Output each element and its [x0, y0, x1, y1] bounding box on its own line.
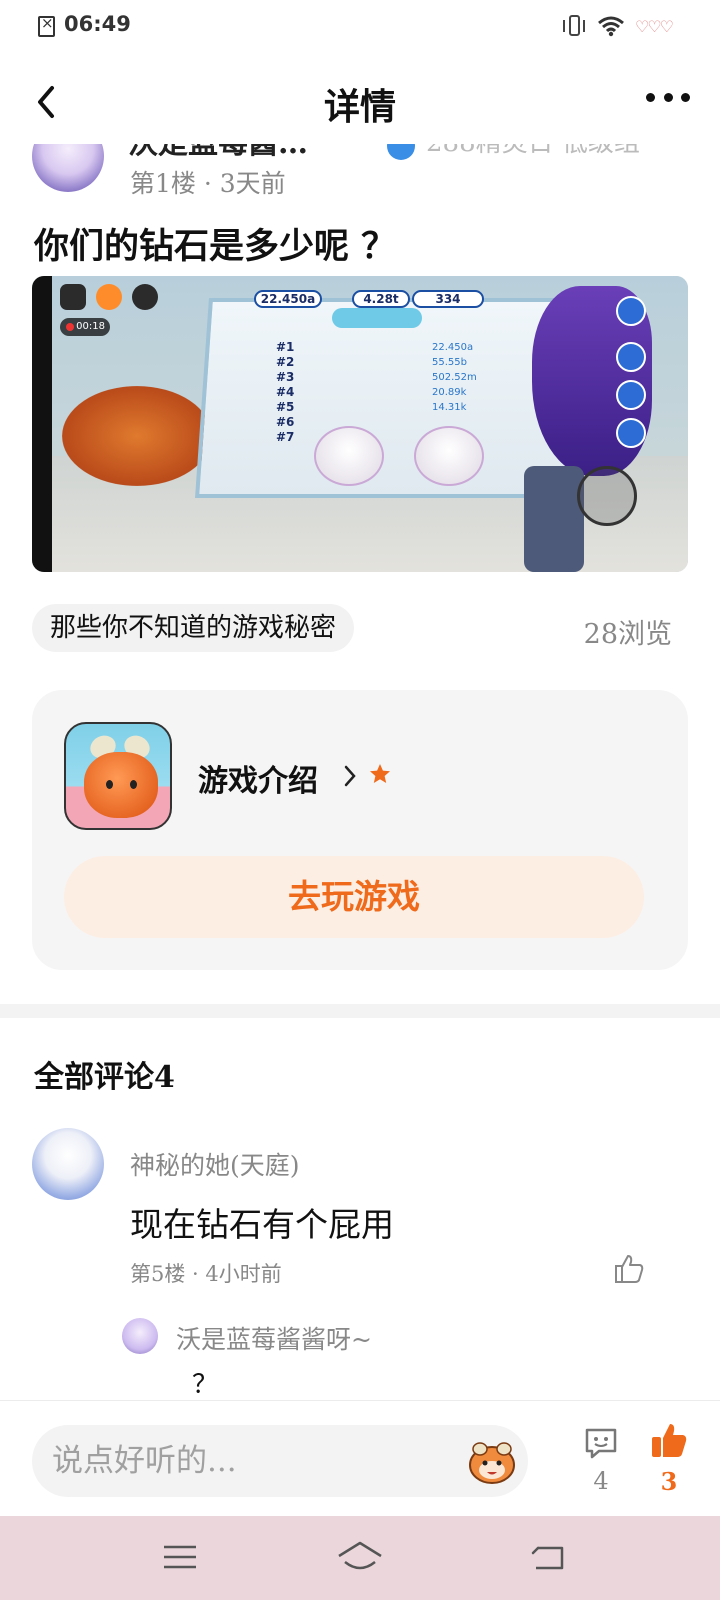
commenter-avatar[interactable]	[32, 1128, 104, 1200]
menu-icon[interactable]	[163, 1544, 197, 1570]
image-side-button	[616, 418, 646, 448]
game-card: 游戏介绍 去玩游戏	[32, 690, 688, 970]
image-creature	[314, 426, 384, 486]
view-count: 28浏览	[583, 619, 672, 650]
status-bar: 06:49 ♡♡♡	[0, 0, 720, 52]
game-intro-link[interactable]: 游戏介绍	[198, 756, 318, 800]
section-divider	[0, 1004, 720, 1018]
thumbs-up-filled-icon[interactable]	[650, 1421, 688, 1461]
image-tree	[62, 386, 212, 486]
post-image[interactable]: #1 #2 #3 #4 #5 #6 #7 22.450a 55.55b 502.…	[32, 276, 688, 572]
image-hud-diamonds: 22.450a	[254, 290, 322, 308]
image-leaderboard-title	[332, 308, 422, 328]
no-sim-icon	[38, 14, 55, 37]
wifi-icon	[598, 16, 624, 37]
image-joystick	[577, 466, 637, 526]
image-black-edge	[32, 276, 52, 572]
image-chat-icon	[96, 284, 122, 310]
post-author: 沃是蓝莓酱… 288精灵日 低级组 第1楼 · 3天前	[0, 144, 720, 204]
comment-bar: 4 3	[0, 1400, 720, 1516]
chevron-right-icon	[344, 765, 356, 787]
image-record-timer: 00:18	[60, 318, 110, 336]
image-menu-icon	[60, 284, 86, 310]
image-creature	[414, 426, 484, 486]
game-app-icon[interactable]	[64, 722, 172, 830]
status-icons: ♡♡♡	[561, 14, 674, 38]
image-hud-coins: 4.28t	[352, 290, 410, 308]
comment-meta: 第5楼 · 4小时前	[130, 1262, 282, 1286]
hearts-icon: ♡♡♡	[634, 16, 674, 36]
thumbs-up-icon[interactable]	[612, 1252, 646, 1286]
more-options-icon[interactable]	[646, 90, 690, 104]
play-game-button[interactable]: 去玩游戏	[64, 856, 644, 938]
image-friends-icon	[132, 284, 158, 310]
comment-text: 现在钻石有个屁用	[130, 1205, 394, 1244]
image-side-button	[616, 296, 646, 326]
status-time: 06:49	[64, 12, 131, 36]
commenter-name[interactable]: 神秘的她(天庭)	[130, 1146, 300, 1182]
post-title: 你们的钻石是多少呢 ？	[34, 226, 397, 267]
comment-count: 4	[593, 1467, 609, 1495]
reply-user[interactable]: 沃是蓝莓酱酱呀~	[176, 1320, 372, 1356]
star-icon	[370, 764, 390, 783]
system-nav-bar	[0, 1516, 720, 1600]
home-icon[interactable]	[335, 1540, 385, 1574]
like-count: 3	[660, 1467, 678, 1496]
author-avatar[interactable]	[32, 144, 104, 192]
post-floor-time: 第1楼 · 3天前	[130, 169, 286, 198]
page-title: 详情	[323, 86, 396, 128]
image-hud-hearts: 334	[412, 290, 484, 308]
author-name[interactable]: 沃是蓝莓酱…	[128, 144, 308, 162]
comment-icon[interactable]	[583, 1425, 619, 1461]
image-character-legs	[524, 466, 584, 572]
image-rank-values: 22.450a 55.55b 502.52m 20.89k 14.31k	[432, 342, 477, 413]
level-badge-icon	[387, 144, 415, 160]
system-back-icon[interactable]	[530, 1544, 566, 1572]
author-tag: 288精灵日 低级组	[426, 144, 640, 159]
mascot-emoji-icon[interactable]	[466, 1439, 518, 1485]
comment-input[interactable]	[32, 1425, 528, 1497]
comments-header: 全部评论4	[34, 1060, 175, 1095]
vibrate-icon	[561, 14, 587, 38]
topic-tag[interactable]: 那些你不知道的游戏秘密	[32, 604, 355, 652]
image-rank-labels: #1 #2 #3 #4 #5 #6 #7	[276, 340, 295, 444]
reply-text: ？	[192, 1370, 219, 1400]
top-app-bar: 详情	[0, 60, 720, 144]
reply-avatar[interactable]	[122, 1318, 158, 1354]
image-side-button	[616, 342, 646, 372]
image-side-button	[616, 380, 646, 410]
